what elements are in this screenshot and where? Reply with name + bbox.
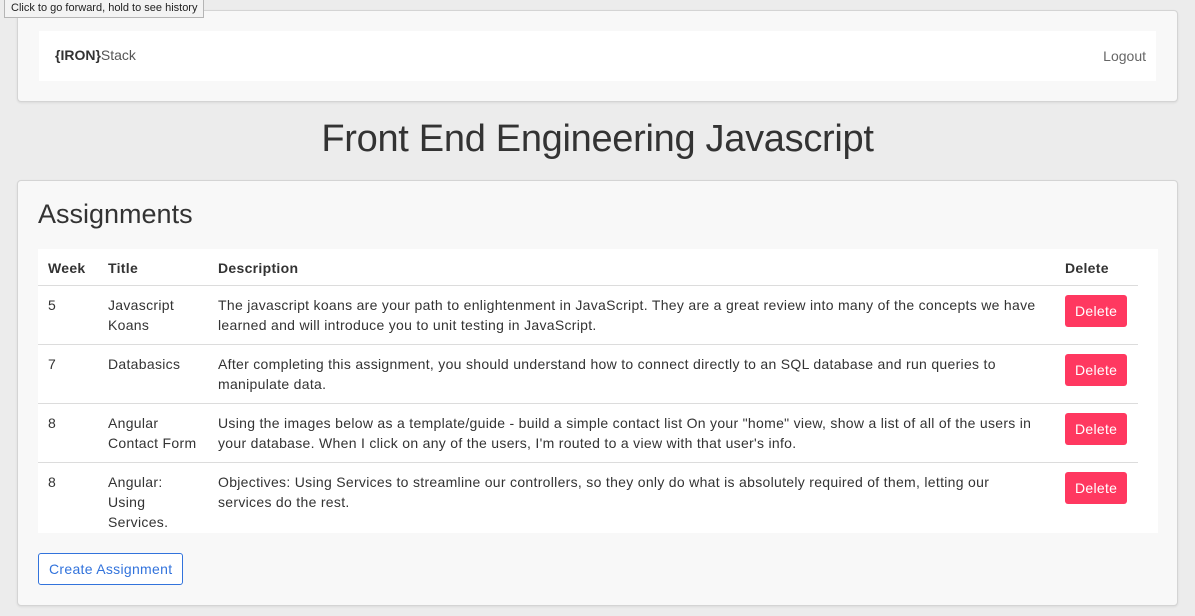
assignments-card: Assignments Week Title Description Delet… bbox=[17, 180, 1178, 606]
table-row: 7 Databasics After completing this assig… bbox=[38, 344, 1138, 404]
delete-button[interactable]: Delete bbox=[1065, 413, 1128, 445]
table-row: 8 Angular: Using Services. Objectives: U… bbox=[38, 463, 1138, 542]
cell-description: The javascript koans are your path to en… bbox=[208, 285, 1055, 345]
create-assignment-button[interactable]: Create Assignment bbox=[38, 553, 184, 585]
cell-delete: Delete bbox=[1055, 344, 1138, 404]
navbar-card: {IRON}Stack Logout bbox=[17, 10, 1178, 102]
table-row: 8 Angular Contact Form Using the images … bbox=[38, 403, 1138, 463]
assignments-table-container: Week Title Description Delete 5 Javascri… bbox=[38, 249, 1158, 533]
assignments-heading: Assignments bbox=[38, 199, 193, 229]
cell-title: Angular Contact Form bbox=[98, 403, 208, 463]
delete-button[interactable]: Delete bbox=[1065, 295, 1128, 327]
table-row: 5 Javascript Koans The javascript koans … bbox=[38, 285, 1138, 345]
browser-tooltip: Click to go forward, hold to see history bbox=[4, 0, 205, 18]
cell-title: Javascript Koans bbox=[98, 285, 208, 345]
brand-logo-bold: {IRON} bbox=[55, 47, 101, 63]
column-header-delete: Delete bbox=[1055, 249, 1138, 286]
column-header-description: Description bbox=[208, 249, 1055, 286]
cell-week: 7 bbox=[38, 344, 98, 404]
assignments-table: Week Title Description Delete 5 Javascri… bbox=[38, 249, 1138, 541]
cell-description: Objectives: Using Services to streamline… bbox=[218, 474, 990, 510]
column-header-title: Title bbox=[98, 249, 208, 286]
navbar: {IRON}Stack Logout bbox=[39, 31, 1156, 81]
delete-button[interactable]: Delete bbox=[1065, 354, 1128, 386]
cell-description: Using the images below as a template/gui… bbox=[208, 403, 1055, 463]
cell-title: Angular: Using Services. bbox=[108, 474, 169, 530]
cell-delete: Delete bbox=[1055, 463, 1138, 542]
cell-delete: Delete bbox=[1055, 285, 1138, 345]
cell-week: 8 bbox=[48, 474, 57, 490]
cell-delete: Delete bbox=[1055, 403, 1138, 463]
cell-week: 8 bbox=[38, 403, 98, 463]
column-header-week: Week bbox=[38, 249, 98, 286]
cell-title: Databasics bbox=[98, 344, 208, 404]
delete-button[interactable]: Delete bbox=[1065, 472, 1128, 504]
table-header-row: Week Title Description Delete bbox=[38, 249, 1138, 286]
brand-logo-text: Stack bbox=[100, 47, 136, 63]
logout-link[interactable]: Logout bbox=[1103, 48, 1146, 64]
cell-week: 5 bbox=[38, 285, 98, 345]
page-title: Front End Engineering Javascript bbox=[321, 118, 874, 160]
brand-logo[interactable]: {IRON}Stack bbox=[55, 47, 136, 63]
cell-description: After completing this assignment, you sh… bbox=[208, 344, 1055, 404]
